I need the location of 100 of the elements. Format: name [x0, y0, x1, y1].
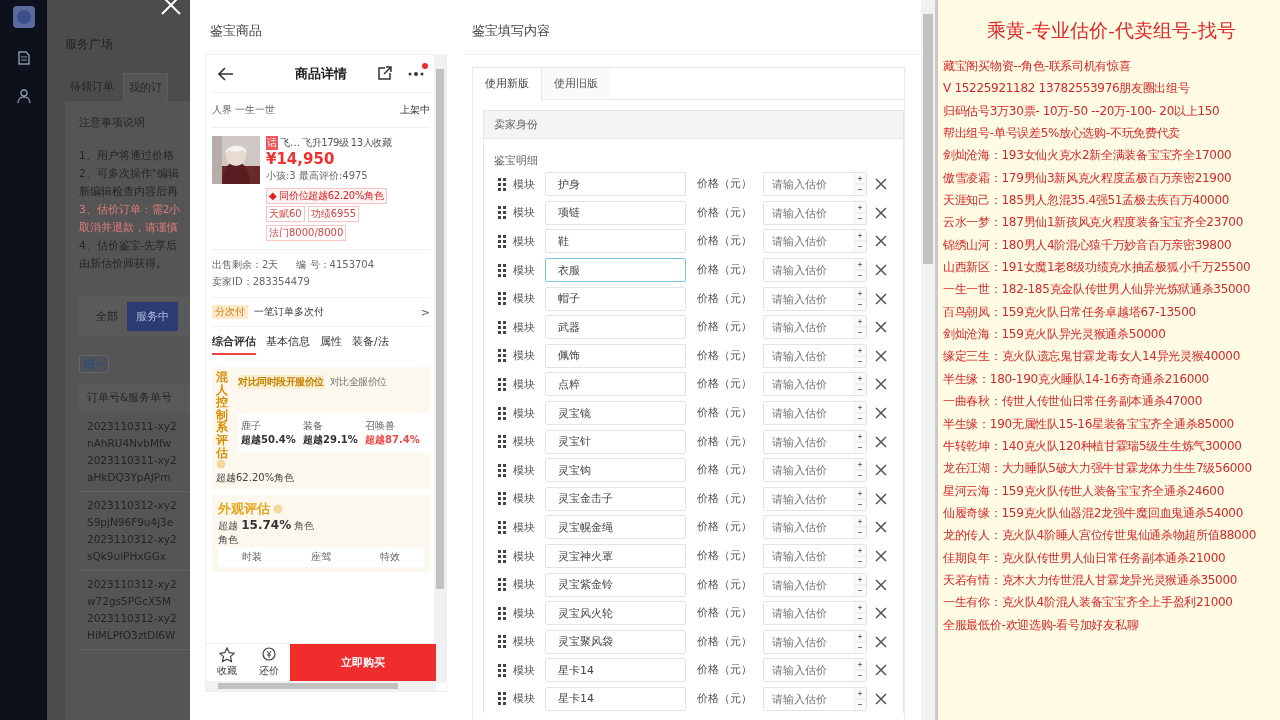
stepper-icon[interactable] [854, 344, 866, 367]
drag-handle-icon[interactable] [498, 206, 506, 220]
number-input[interactable]: 请输入估价 [763, 687, 867, 711]
user-icon[interactable] [15, 88, 32, 104]
stepper-icon[interactable] [854, 630, 866, 653]
close-icon[interactable] [875, 264, 887, 277]
more-icon[interactable] [408, 70, 424, 77]
stepper-icon[interactable] [854, 516, 866, 539]
stepper-icon[interactable] [854, 259, 866, 282]
close-icon[interactable] [875, 550, 887, 562]
close-icon[interactable] [875, 464, 887, 477]
back-icon[interactable] [218, 66, 234, 81]
drag-handle-icon[interactable] [498, 235, 506, 248]
text-input[interactable]: 灵宝风火轮 [545, 601, 686, 626]
tab[interactable]: 基本信息 [266, 335, 310, 355]
text-input[interactable]: 武器 [545, 315, 686, 340]
close-icon[interactable] [875, 693, 887, 705]
scrollbar[interactable] [206, 681, 436, 691]
text-input[interactable]: 灵宝神火罩 [545, 544, 686, 568]
number-input[interactable]: 请输入估价 [763, 544, 867, 568]
stepper-icon[interactable] [854, 316, 866, 339]
stepper-icon[interactable] [854, 487, 866, 510]
close-icon[interactable] [875, 435, 887, 448]
close-icon[interactable] [875, 206, 887, 219]
number-input[interactable]: 请输入估价 [763, 658, 867, 683]
close-icon[interactable] [875, 607, 887, 620]
close-icon[interactable] [875, 292, 887, 305]
number-input[interactable]: 请输入估价 [763, 572, 867, 597]
compare-tab[interactable]: 对比全服价位 [329, 375, 387, 389]
close-icon[interactable] [875, 321, 887, 334]
scrollbar[interactable] [434, 55, 446, 683]
stepper-icon[interactable] [854, 459, 866, 482]
number-input[interactable]: 请输入估价 [763, 429, 867, 454]
drag-handle-icon[interactable] [498, 406, 506, 420]
close-icon[interactable] [875, 664, 887, 677]
close-icon[interactable] [875, 635, 887, 648]
close-icon[interactable] [875, 492, 887, 505]
tab[interactable]: 装备/法 [352, 335, 389, 355]
text-input[interactable]: 点粹 [545, 372, 686, 397]
number-input[interactable]: 请输入估价 [763, 200, 867, 225]
number-input[interactable]: 请输入估价 [763, 486, 867, 511]
number-input[interactable]: 请输入估价 [763, 286, 867, 311]
tab[interactable]: 使用新版 [473, 68, 542, 101]
text-input[interactable]: 佩饰 [545, 343, 686, 368]
drag-handle-icon[interactable] [498, 692, 506, 706]
drag-handle-icon[interactable] [498, 177, 506, 191]
stepper-icon[interactable] [854, 173, 866, 196]
drag-handle-icon[interactable] [498, 263, 506, 277]
number-input[interactable]: 请输入估价 [763, 372, 867, 397]
drag-handle-icon[interactable] [498, 349, 506, 363]
share-icon[interactable] [377, 66, 392, 81]
stepper-icon[interactable] [854, 287, 866, 310]
action-button[interactable]: 收藏 [206, 644, 248, 681]
close-icon[interactable] [875, 578, 887, 591]
action-button[interactable]: 还价 [248, 644, 290, 681]
stepper-icon[interactable] [854, 373, 866, 396]
text-input[interactable]: 灵宝钩 [545, 458, 686, 483]
drag-handle-icon[interactable] [498, 320, 506, 334]
text-input[interactable]: 项链 [545, 200, 686, 225]
drag-handle-icon[interactable] [498, 549, 506, 563]
drag-handle-icon[interactable] [498, 578, 506, 592]
tab[interactable]: 使用旧版 [542, 68, 610, 99]
text-input[interactable]: 灵宝聚风袋 [545, 629, 686, 654]
drag-handle-icon[interactable] [498, 635, 506, 649]
drag-handle-icon[interactable] [498, 492, 506, 506]
close-icon[interactable] [875, 235, 887, 248]
filter-button[interactable]: 服务中 [127, 302, 178, 331]
document-icon[interactable] [15, 50, 32, 66]
text-input[interactable]: 星卡14 [545, 687, 686, 711]
stepper-icon[interactable] [854, 545, 866, 567]
drag-handle-icon[interactable] [498, 377, 506, 391]
stepper-icon[interactable] [854, 573, 866, 596]
text-input[interactable]: 护身 [545, 172, 686, 197]
number-input[interactable]: 请输入估价 [763, 629, 867, 654]
number-input[interactable]: 请输入估价 [763, 458, 867, 483]
text-input[interactable]: 衣服 [545, 258, 686, 283]
stepper-icon[interactable] [854, 230, 866, 253]
text-input[interactable]: 灵宝针 [545, 429, 686, 454]
drag-handle-icon[interactable] [498, 292, 506, 306]
drag-handle-icon[interactable] [498, 663, 506, 677]
scrollbar[interactable] [921, 0, 935, 720]
chevron-icon[interactable]: > [420, 305, 430, 319]
text-input[interactable]: 帽子 [545, 286, 686, 311]
number-input[interactable]: 请输入估价 [763, 315, 867, 340]
number-input[interactable]: 请输入估价 [763, 343, 867, 368]
stepper-icon[interactable] [854, 659, 866, 682]
text-input[interactable]: 星卡14 [545, 658, 686, 683]
stepper-icon[interactable] [854, 688, 866, 710]
text-input[interactable]: 鞋 [545, 229, 686, 254]
close-icon[interactable] [875, 378, 887, 391]
text-input[interactable]: 灵宝镜 [545, 401, 686, 426]
number-input[interactable]: 请输入估价 [763, 515, 867, 540]
number-input[interactable]: 请输入估价 [763, 601, 867, 626]
close-icon[interactable] [875, 521, 887, 534]
number-input[interactable]: 请输入估价 [763, 172, 867, 197]
number-input[interactable]: 请输入估价 [763, 258, 867, 283]
drag-handle-icon[interactable] [498, 520, 506, 534]
text-input[interactable]: 灵宝紫金铃 [545, 572, 686, 597]
close-icon[interactable] [875, 407, 887, 420]
installment-row[interactable]: 分次付 一笔订单多次付 > [212, 298, 430, 327]
